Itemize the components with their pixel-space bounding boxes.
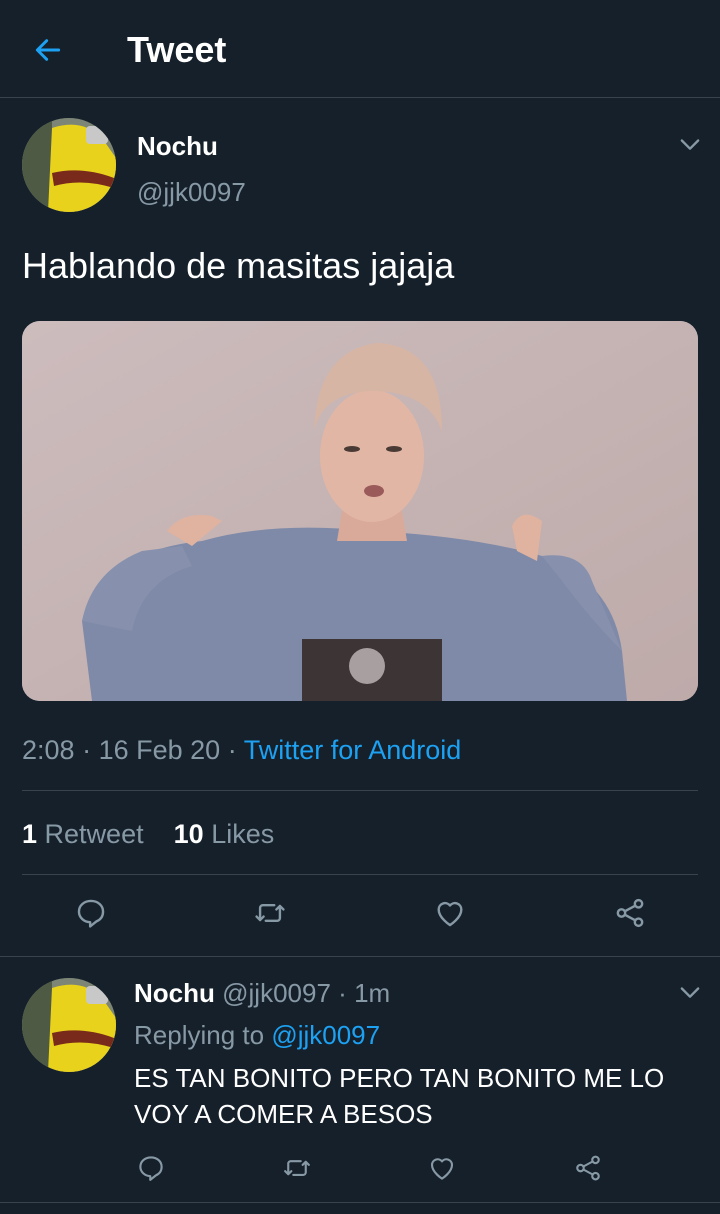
retweet-icon xyxy=(255,904,285,922)
tweet-source-link[interactable]: Twitter for Android xyxy=(244,735,462,765)
tweet-time: 2:08 xyxy=(22,735,75,765)
reply-icon xyxy=(77,899,105,928)
divider xyxy=(0,1202,720,1203)
like-icon xyxy=(430,1158,454,1180)
reply-reply-button[interactable] xyxy=(131,1148,171,1188)
divider xyxy=(0,956,720,957)
reply-more-options-button[interactable] xyxy=(676,978,704,1006)
reply-icon xyxy=(139,1156,163,1181)
tweet-meta: 2:08 · 16 Feb 20 · Twitter for Android xyxy=(22,732,461,768)
reply-share-button[interactable] xyxy=(568,1148,608,1188)
replying-to-label: Replying to xyxy=(134,1020,265,1050)
like-icon xyxy=(437,901,463,927)
top-bar: Tweet xyxy=(0,0,720,98)
replying-to-handle[interactable]: @jjk0097 xyxy=(271,1020,380,1050)
reply-avatar[interactable] xyxy=(22,978,116,1072)
like-button[interactable] xyxy=(430,893,470,933)
reply-separator: · xyxy=(338,978,347,1008)
share-icon xyxy=(576,1155,600,1181)
likes-stat[interactable]: 10 Likes xyxy=(174,819,275,849)
more-options-button[interactable] xyxy=(676,130,704,158)
retweet-label: Retweet xyxy=(44,819,144,849)
replying-to: Replying to @jjk0097 xyxy=(134,1018,380,1052)
like-label: Likes xyxy=(211,819,275,849)
reply-like-button[interactable] xyxy=(422,1148,462,1188)
reply-author-handle[interactable]: @jjk0097 xyxy=(222,978,331,1008)
like-count: 10 xyxy=(173,819,204,849)
chevron-down-icon xyxy=(680,987,700,998)
retweets-stat[interactable]: 1 Retweet xyxy=(22,819,144,849)
meta-separator: · xyxy=(82,735,92,765)
tweet-text: Hablando de masitas jajaja xyxy=(22,245,455,286)
author-name[interactable]: Nochu xyxy=(137,131,218,162)
share-icon xyxy=(616,898,644,928)
chevron-down-icon xyxy=(680,139,700,150)
back-button[interactable] xyxy=(28,30,68,70)
tweet-stats: 1 Retweet 10 Likes xyxy=(22,816,274,852)
retweet-count: 1 xyxy=(22,819,38,849)
divider xyxy=(22,790,698,791)
meta-separator: · xyxy=(227,735,237,765)
arrow-left-icon xyxy=(35,39,61,61)
reply-button[interactable] xyxy=(71,893,111,933)
divider xyxy=(22,874,698,875)
reply-header: Nochu @jjk0097 · 1m xyxy=(134,976,390,1010)
reply-retweet-button[interactable] xyxy=(277,1148,317,1188)
reply-age: 1m xyxy=(354,978,391,1008)
retweet-icon xyxy=(284,1160,310,1176)
avatar[interactable] xyxy=(22,118,116,212)
reply-author-name[interactable]: Nochu xyxy=(134,978,215,1008)
tweet-image[interactable] xyxy=(22,321,698,701)
reply-text: ES TAN BONITO PERO TAN BONITO ME LO VOY … xyxy=(134,1063,665,1129)
retweet-button[interactable] xyxy=(250,893,290,933)
share-button[interactable] xyxy=(610,893,650,933)
author-handle[interactable]: @jjk0097 xyxy=(137,177,246,208)
page-title: Tweet xyxy=(127,29,227,70)
tweet-date: 16 Feb 20 xyxy=(98,735,221,765)
